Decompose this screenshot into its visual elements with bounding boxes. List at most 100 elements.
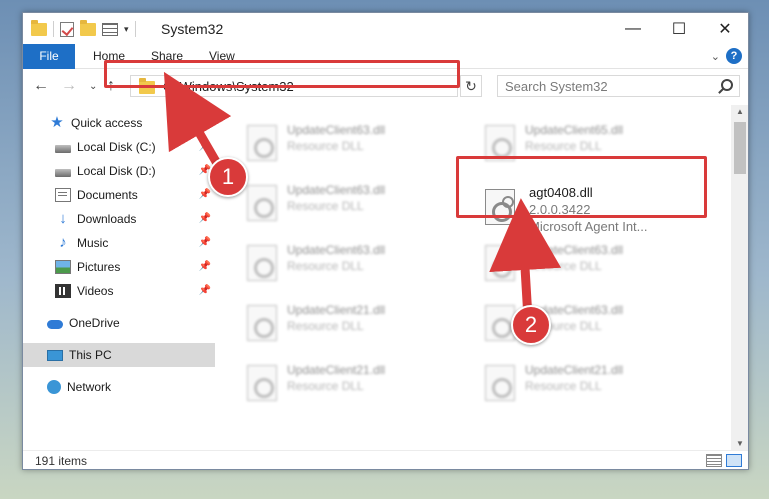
sidebar-item-label: Videos	[77, 284, 114, 298]
sidebar-item-label: Pictures	[77, 260, 121, 274]
sidebar-item-downloads[interactable]: ↓ Downloads 📌	[23, 207, 215, 231]
back-button[interactable]: ←	[33, 77, 49, 95]
step-badge-1: 1	[208, 157, 248, 197]
search-input[interactable]: Search System32	[497, 75, 740, 97]
folder-icon	[31, 19, 47, 36]
pictures-icon	[55, 260, 71, 274]
minimize-button[interactable]: —	[610, 13, 656, 44]
sidebar-item-label: OneDrive	[69, 316, 120, 330]
file-name: UpdateClient21.dll	[525, 363, 624, 377]
ribbon-right: ⌄ ?	[711, 48, 742, 64]
toolbar-divider	[134, 21, 136, 37]
address-highlight-box	[104, 60, 460, 88]
dll-file-icon	[485, 245, 515, 281]
sidebar-item-quick-access[interactable]: ★ Quick access	[23, 111, 215, 135]
sidebar-item-label: Local Disk (D:)	[77, 164, 156, 178]
details-view-icon[interactable]	[706, 454, 722, 467]
disk-icon	[55, 144, 71, 153]
expand-ribbon-icon[interactable]: ⌄	[711, 50, 720, 63]
sidebar-item-label: Music	[77, 236, 109, 250]
list-item[interactable]: UpdateClient63.dll Resource DLL	[241, 239, 459, 291]
pin-icon: 📌	[198, 261, 211, 272]
sidebar-item-label: Quick access	[71, 116, 143, 130]
pin-icon: 📌	[198, 213, 211, 224]
file-description: Resource DLL	[287, 259, 364, 273]
sidebar-item-label: Local Disk (C:)	[77, 140, 156, 154]
search-icon[interactable]	[721, 79, 733, 91]
view-options-icon[interactable]	[102, 22, 118, 36]
list-item[interactable]: UpdateClient63.dll Resource DLL	[241, 179, 459, 231]
scrollbar-thumb[interactable]	[734, 122, 746, 174]
pin-icon: 📌	[198, 141, 211, 152]
sidebar-item-documents[interactable]: Documents 📌	[23, 183, 215, 207]
sidebar-item-local-disk-d[interactable]: Local Disk (D:) 📌	[23, 159, 215, 183]
file-highlight-box	[456, 156, 707, 218]
file-description: Resource DLL	[287, 319, 364, 333]
dll-file-icon	[247, 125, 277, 161]
file-name: UpdateClient65.dll	[525, 123, 624, 137]
new-folder-icon[interactable]	[80, 19, 96, 36]
sidebar-item-videos[interactable]: Videos 📌	[23, 279, 215, 303]
navigation-pane: ★ Quick access Local Disk (C:) 📌 Local D…	[23, 105, 215, 450]
list-item[interactable]: UpdateClient63.dll Resource DLL	[479, 239, 697, 291]
scroll-down-icon[interactable]: ▼	[736, 439, 744, 448]
quick-access-toolbar: ▾	[31, 19, 136, 37]
status-bar: 191 items	[23, 450, 748, 469]
sidebar-item-label: This PC	[69, 348, 112, 362]
pin-icon: 📌	[198, 237, 211, 248]
view-switcher	[706, 454, 742, 467]
customize-toolbar-chevron-icon[interactable]: ▾	[124, 24, 129, 35]
list-item[interactable]: UpdateClient21.dll Resource DLL	[479, 359, 697, 411]
sidebar-item-network[interactable]: Network	[23, 375, 215, 399]
sidebar-item-label: Downloads	[77, 212, 137, 226]
file-name: UpdateClient63.dll	[287, 183, 386, 197]
window-controls: — ☐ ✕	[610, 13, 748, 44]
file-name: UpdateClient63.dll	[525, 243, 624, 257]
sidebar-item-label: Documents	[77, 188, 138, 202]
close-button[interactable]: ✕	[702, 13, 748, 44]
list-item[interactable]: UpdateClient21.dll Resource DLL	[241, 359, 459, 411]
sidebar-item-this-pc[interactable]: This PC	[23, 343, 215, 367]
dll-file-icon	[247, 365, 277, 401]
file-name: UpdateClient21.dll	[287, 363, 386, 377]
sidebar-item-onedrive[interactable]: OneDrive	[23, 311, 215, 335]
dll-file-icon	[247, 305, 277, 341]
file-description: Resource DLL	[525, 379, 602, 393]
refresh-button[interactable]: ↻	[460, 75, 482, 97]
sidebar-item-music[interactable]: ♪ Music 📌	[23, 231, 215, 255]
dll-file-icon	[485, 365, 515, 401]
videos-icon	[55, 284, 71, 298]
tab-file[interactable]: File	[23, 44, 75, 69]
sidebar-item-pictures[interactable]: Pictures 📌	[23, 255, 215, 279]
documents-icon	[55, 188, 71, 202]
large-icons-view-icon[interactable]	[726, 454, 742, 467]
list-item[interactable]: UpdateClient63.dll Resource DLL	[241, 119, 459, 171]
help-icon[interactable]: ?	[726, 48, 742, 64]
dll-file-icon	[247, 245, 277, 281]
file-description: Resource DLL	[525, 259, 602, 273]
file-description: Resource DLL	[287, 379, 364, 393]
maximize-button[interactable]: ☐	[656, 13, 702, 44]
recent-locations-button[interactable]: ⌄	[89, 81, 97, 92]
disk-icon	[55, 168, 71, 177]
toolbar-divider	[53, 21, 54, 37]
pin-icon: 📌	[198, 285, 211, 296]
title-bar: ▾ System32 — ☐ ✕	[23, 13, 748, 44]
sidebar-item-local-disk-c[interactable]: Local Disk (C:) 📌	[23, 135, 215, 159]
pin-icon: 📌	[198, 189, 211, 200]
list-item[interactable]: UpdateClient21.dll Resource DLL	[241, 299, 459, 351]
file-description: Resource DLL	[525, 139, 602, 153]
scroll-up-icon[interactable]: ▲	[736, 107, 744, 116]
dll-file-icon	[247, 185, 277, 221]
item-count: 191 items	[35, 454, 88, 468]
music-icon: ♪	[59, 234, 67, 251]
file-name: UpdateClient63.dll	[287, 243, 386, 257]
computer-icon	[47, 349, 63, 361]
file-name: UpdateClient21.dll	[287, 303, 386, 317]
star-icon: ★	[50, 114, 64, 131]
properties-icon[interactable]	[60, 21, 74, 37]
file-description: Microsoft Agent Int...	[529, 219, 648, 234]
file-name: UpdateClient63.dll	[287, 123, 386, 137]
forward-button[interactable]: →	[61, 77, 77, 95]
vertical-scrollbar[interactable]: ▲ ▼	[731, 105, 748, 450]
